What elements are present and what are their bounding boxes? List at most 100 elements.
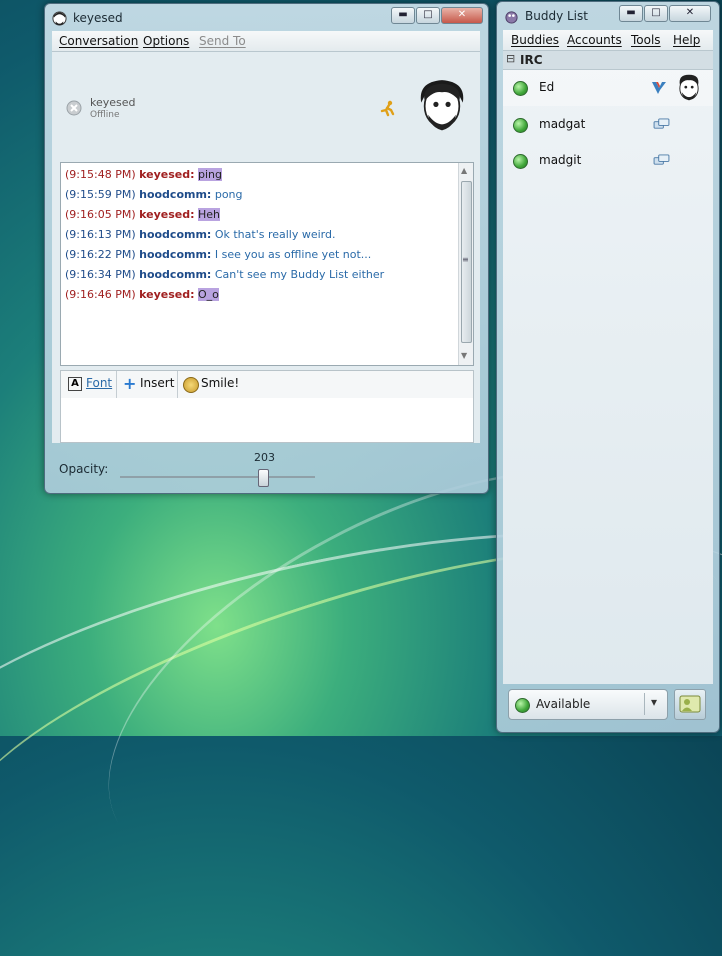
available-status-icon: [513, 118, 528, 133]
message-row: (9:16:13 PM) hoodcomm: Ok that's really …: [65, 228, 336, 241]
message-text: ping: [198, 168, 223, 181]
minimize-button[interactable]: ▬: [619, 5, 643, 22]
title-bar[interactable]: keyesed ▬ □ ✕: [45, 4, 488, 32]
buddy-avatar-icon: [420, 80, 464, 131]
message-sender: keyesed:: [139, 208, 195, 221]
message-row: (9:16:34 PM) hoodcomm: Can't see my Budd…: [65, 268, 384, 281]
font-label: Font: [86, 376, 113, 390]
pidgin-icon: [505, 11, 518, 24]
menu-conversation[interactable]: Conversation: [59, 34, 138, 48]
menu-buddies[interactable]: Buddies: [511, 33, 559, 47]
dropdown-divider: [644, 693, 645, 715]
smile-button[interactable]: Smile!: [178, 371, 248, 399]
format-toolbar: A Font + Insert Smile!: [60, 370, 474, 400]
menu-options[interactable]: Options: [143, 34, 189, 48]
buddy-avatar-icon: [679, 74, 699, 101]
window-title: Buddy List: [525, 9, 588, 23]
message-timestamp: (9:15:59 PM): [65, 188, 136, 201]
scroll-down-arrow[interactable]: ▼: [461, 351, 467, 360]
menu-bar: Buddies Accounts Tools Help: [503, 30, 713, 51]
message-row: (9:15:59 PM) hoodcomm: pong: [65, 188, 243, 201]
message-input[interactable]: [60, 398, 474, 443]
message-sender: hoodcomm:: [139, 228, 212, 241]
buddy-list-panel: ⊟ IRC Ed madgat madgit: [503, 51, 713, 684]
message-timestamp: (9:16:34 PM): [65, 268, 136, 281]
message-text: O_o: [198, 288, 219, 301]
message-text: Can't see my Buddy List either: [214, 268, 385, 281]
group-row-irc[interactable]: ⊟ IRC: [503, 51, 713, 70]
message-text: Ok that's really weird.: [214, 228, 336, 241]
avatar-icon: [52, 11, 67, 26]
buddy-name: Ed: [539, 80, 555, 94]
message-text: Heh: [198, 208, 221, 221]
buddy-icon: [679, 695, 701, 713]
status-value: Available: [536, 697, 591, 711]
message-row: (9:16:46 PM) keyesed: O_o: [65, 288, 219, 301]
menu-send-to[interactable]: Send To: [199, 34, 246, 48]
window-title: keyesed: [73, 11, 123, 25]
opacity-slider-track[interactable]: [120, 476, 315, 478]
conversation-log[interactable]: (9:15:48 PM) keyesed: ping (9:15:59 PM) h…: [60, 162, 474, 366]
message-text: I see you as offline yet not...: [214, 248, 372, 261]
chat-bubbles-icon: [653, 154, 670, 165]
running-man-icon: [380, 100, 395, 117]
buddy-name: madgat: [539, 117, 586, 131]
buddy-name: madgit: [539, 153, 582, 167]
insert-button[interactable]: + Insert: [117, 371, 178, 399]
insert-label: Insert: [140, 376, 175, 390]
maximize-button[interactable]: □: [416, 7, 440, 24]
plus-icon: +: [123, 374, 137, 393]
message-sender: hoodcomm:: [139, 268, 212, 281]
scroll-grip-icon: ≡: [462, 255, 469, 264]
conversation-window: keyesed ▬ □ ✕ Conversation Options Send …: [44, 3, 489, 494]
message-timestamp: (9:16:46 PM): [65, 288, 136, 301]
font-button[interactable]: A Font: [61, 371, 117, 399]
menu-tools[interactable]: Tools: [631, 33, 661, 47]
buddy-row-madgat[interactable]: madgat: [503, 106, 713, 142]
smile-label: Smile!: [201, 376, 240, 390]
message-row: (9:16:22 PM) hoodcomm: I see you as offl…: [65, 248, 371, 261]
font-icon: A: [68, 377, 82, 391]
message-timestamp: (9:15:48 PM): [65, 168, 136, 181]
group-name: IRC: [520, 53, 543, 67]
available-status-icon: [513, 154, 528, 169]
message-timestamp: (9:16:22 PM): [65, 248, 136, 261]
chat-bubbles-icon: [653, 118, 670, 129]
menu-accounts[interactable]: Accounts: [567, 33, 622, 47]
message-sender: keyesed:: [139, 168, 195, 181]
message-timestamp: (9:16:13 PM): [65, 228, 136, 241]
menu-bar: Conversation Options Send To: [52, 31, 480, 52]
contact-name: keyesed: [90, 96, 136, 109]
close-button[interactable]: ✕: [441, 7, 483, 24]
close-button[interactable]: ✕: [669, 5, 711, 22]
available-status-icon: [515, 698, 530, 713]
collapse-icon[interactable]: ⊟: [506, 52, 515, 65]
available-status-icon: [513, 81, 528, 96]
message-text: pong: [214, 188, 243, 201]
minimize-button[interactable]: ▬: [391, 7, 415, 24]
message-sender: hoodcomm:: [139, 248, 212, 261]
message-sender: hoodcomm:: [139, 188, 212, 201]
opacity-label: Opacity:: [59, 462, 109, 476]
message-sender: keyesed:: [139, 288, 195, 301]
maximize-button[interactable]: □: [644, 5, 668, 22]
irc-protocol-icon: [652, 82, 666, 94]
scroll-up-arrow[interactable]: ▲: [461, 166, 467, 175]
buddy-list-window: Buddy List ▬ □ ✕ Buddies Accounts Tools …: [496, 1, 720, 733]
chevron-down-icon[interactable]: ▾: [651, 695, 657, 709]
buddy-row-madgit[interactable]: madgit: [503, 142, 713, 178]
menu-help[interactable]: Help: [673, 33, 700, 47]
vertical-scrollbar[interactable]: ▲ ≡ ▼: [458, 163, 473, 365]
message-timestamp: (9:16:05 PM): [65, 208, 136, 221]
opacity-slider-thumb[interactable]: [258, 469, 269, 487]
buddy-row-ed[interactable]: Ed: [503, 70, 713, 106]
message-row: (9:15:48 PM) keyesed: ping: [65, 168, 223, 181]
status-icon-button[interactable]: [674, 689, 706, 720]
title-bar[interactable]: Buddy List ▬ □ ✕: [497, 2, 719, 30]
status-selector[interactable]: Available ▾: [508, 689, 668, 720]
opacity-value: 203: [254, 451, 275, 464]
contact-status: Offline: [90, 110, 120, 120]
smiley-icon: [183, 377, 199, 393]
offline-status-icon: [66, 100, 82, 116]
message-row: (9:16:05 PM) keyesed: Heh: [65, 208, 221, 221]
